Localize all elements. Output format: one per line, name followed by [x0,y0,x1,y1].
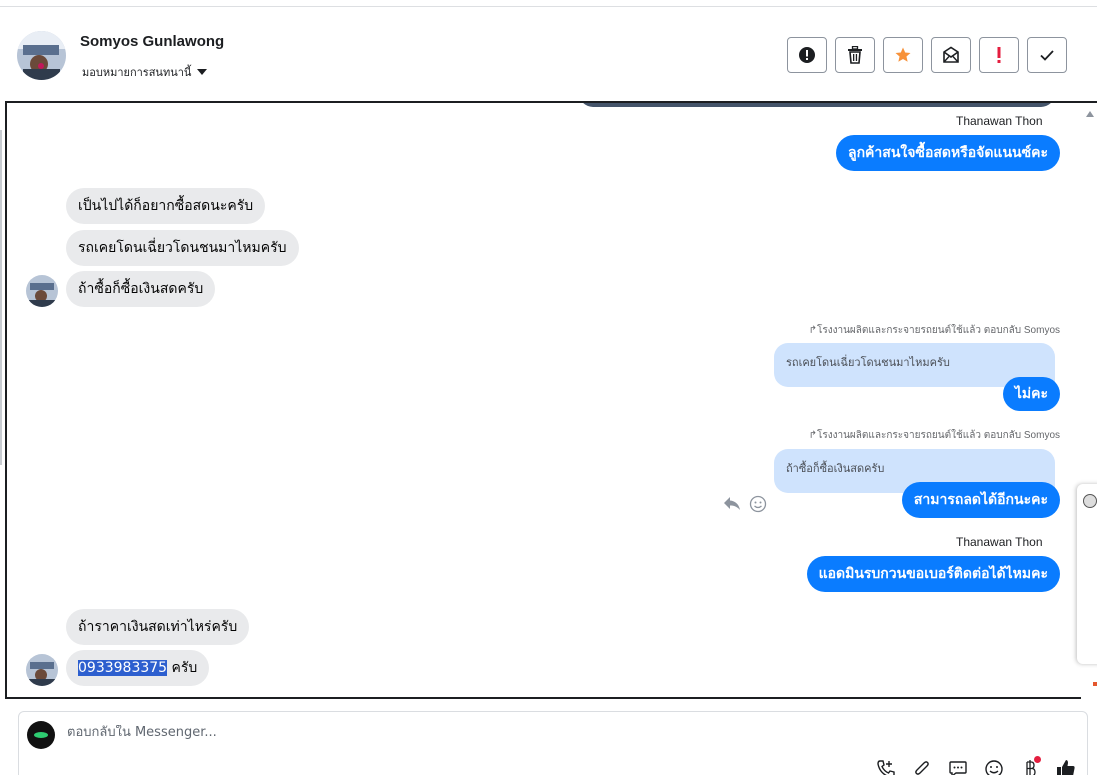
star-icon [895,47,911,62]
mark-unread-button[interactable] [931,37,971,73]
reply-context-label: ↱โรงงานผลิตและกระจายรถยนต์ใช้แล้ว ตอบกลั… [808,430,1060,441]
outgoing-message[interactable]: สามารถลดได้อีกนะคะ [901,482,1060,518]
message-suffix: ครับ [171,660,198,676]
outgoing-message[interactable]: ไม่คะ [1002,377,1060,411]
conversation-toolbar [787,37,1067,73]
envelope-icon [943,46,959,63]
done-button[interactable] [1027,37,1067,73]
emoji-react-icon[interactable] [749,495,767,513]
previous-message-bubble [579,103,1055,107]
reply-icon[interactable] [723,496,741,512]
saved-replies-button[interactable] [947,758,969,775]
important-button[interactable] [979,37,1019,73]
selected-phone-number[interactable]: 0933983375 [78,660,168,676]
incoming-message[interactable]: ถ้าราคาเงินสดเท่าไหร่ครับ [66,609,250,645]
top-divider [0,6,1097,7]
attach-button[interactable] [911,758,933,775]
star-button[interactable] [883,37,923,73]
page-avatar [27,721,55,749]
thumbs-up-icon [1057,760,1075,775]
smiley-icon [985,760,1003,775]
sender-name: Thanawan Thon [956,535,1043,549]
side-panel-peek[interactable] [1077,484,1097,664]
assign-label: มอบหมายการสนทนานี้ [82,66,192,79]
reply-input[interactable] [67,725,967,740]
contact-name[interactable]: Somyos Gunlawong [80,33,224,50]
incoming-message[interactable]: รถเคยโดนเฉี่ยวโดนชนมาไหมครับ [66,230,299,266]
outgoing-message[interactable]: แอดมินรบกวนขอเบอร์ติดต่อได้ไหมคะ [806,556,1060,592]
phone-plus-icon [877,760,895,775]
exclamation-icon [997,47,1001,63]
report-button[interactable] [787,37,827,73]
incoming-message[interactable]: เป็นไปได้ก็อยากซื้อสดนะครับ [66,188,266,224]
composer-toolbar [875,756,1077,775]
incoming-message[interactable]: ถ้าซื้อก็ซื้อเงินสดครับ [66,271,216,307]
contact-avatar[interactable] [17,31,66,80]
contact-avatar-small[interactable] [26,654,58,686]
message-hover-actions [723,495,767,513]
page-avatar-icon [1083,494,1097,508]
sender-name: Thanawan Thon [956,114,1043,128]
check-icon [1040,50,1054,61]
caret-down-icon [197,69,208,75]
payment-button[interactable] [1019,756,1041,775]
conversation-header: Somyos Gunlawong มอบหมายการสนทนานี้ [0,8,1097,101]
left-scrollbar[interactable] [0,130,2,465]
emoji-button[interactable] [983,758,1005,775]
notification-dot [1034,756,1041,763]
delete-button[interactable] [835,37,875,73]
outgoing-message[interactable]: ลูกค้าสนใจซื้อสดหรือจัดแนนซ์คะ [836,135,1060,171]
status-marker [1093,682,1097,686]
assign-conversation-dropdown[interactable]: มอบหมายการสนทนานี้ [82,63,208,81]
reply-arrow-icon: ↱ [808,430,817,441]
paperclip-icon [915,761,929,775]
reply-context-label: ↱โรงงานผลิตและกระจายรถยนต์ใช้แล้ว ตอบกลั… [808,325,1060,336]
alert-circle-icon [799,47,815,63]
message-thread[interactable]: Thanawan Thon ลูกค้าสนใจซื้อสดหรือจัดแนน… [5,101,1097,699]
call-add-button[interactable] [875,758,897,775]
contact-avatar-small[interactable] [26,275,58,307]
scroll-up-arrow-icon[interactable] [1086,111,1094,117]
trash-icon [848,46,862,64]
message-composer [18,711,1088,775]
chat-dots-icon [949,761,967,775]
reply-arrow-icon: ↱ [808,325,817,336]
like-button[interactable] [1055,758,1077,775]
incoming-message[interactable]: 0933983375 ครับ [66,650,210,686]
